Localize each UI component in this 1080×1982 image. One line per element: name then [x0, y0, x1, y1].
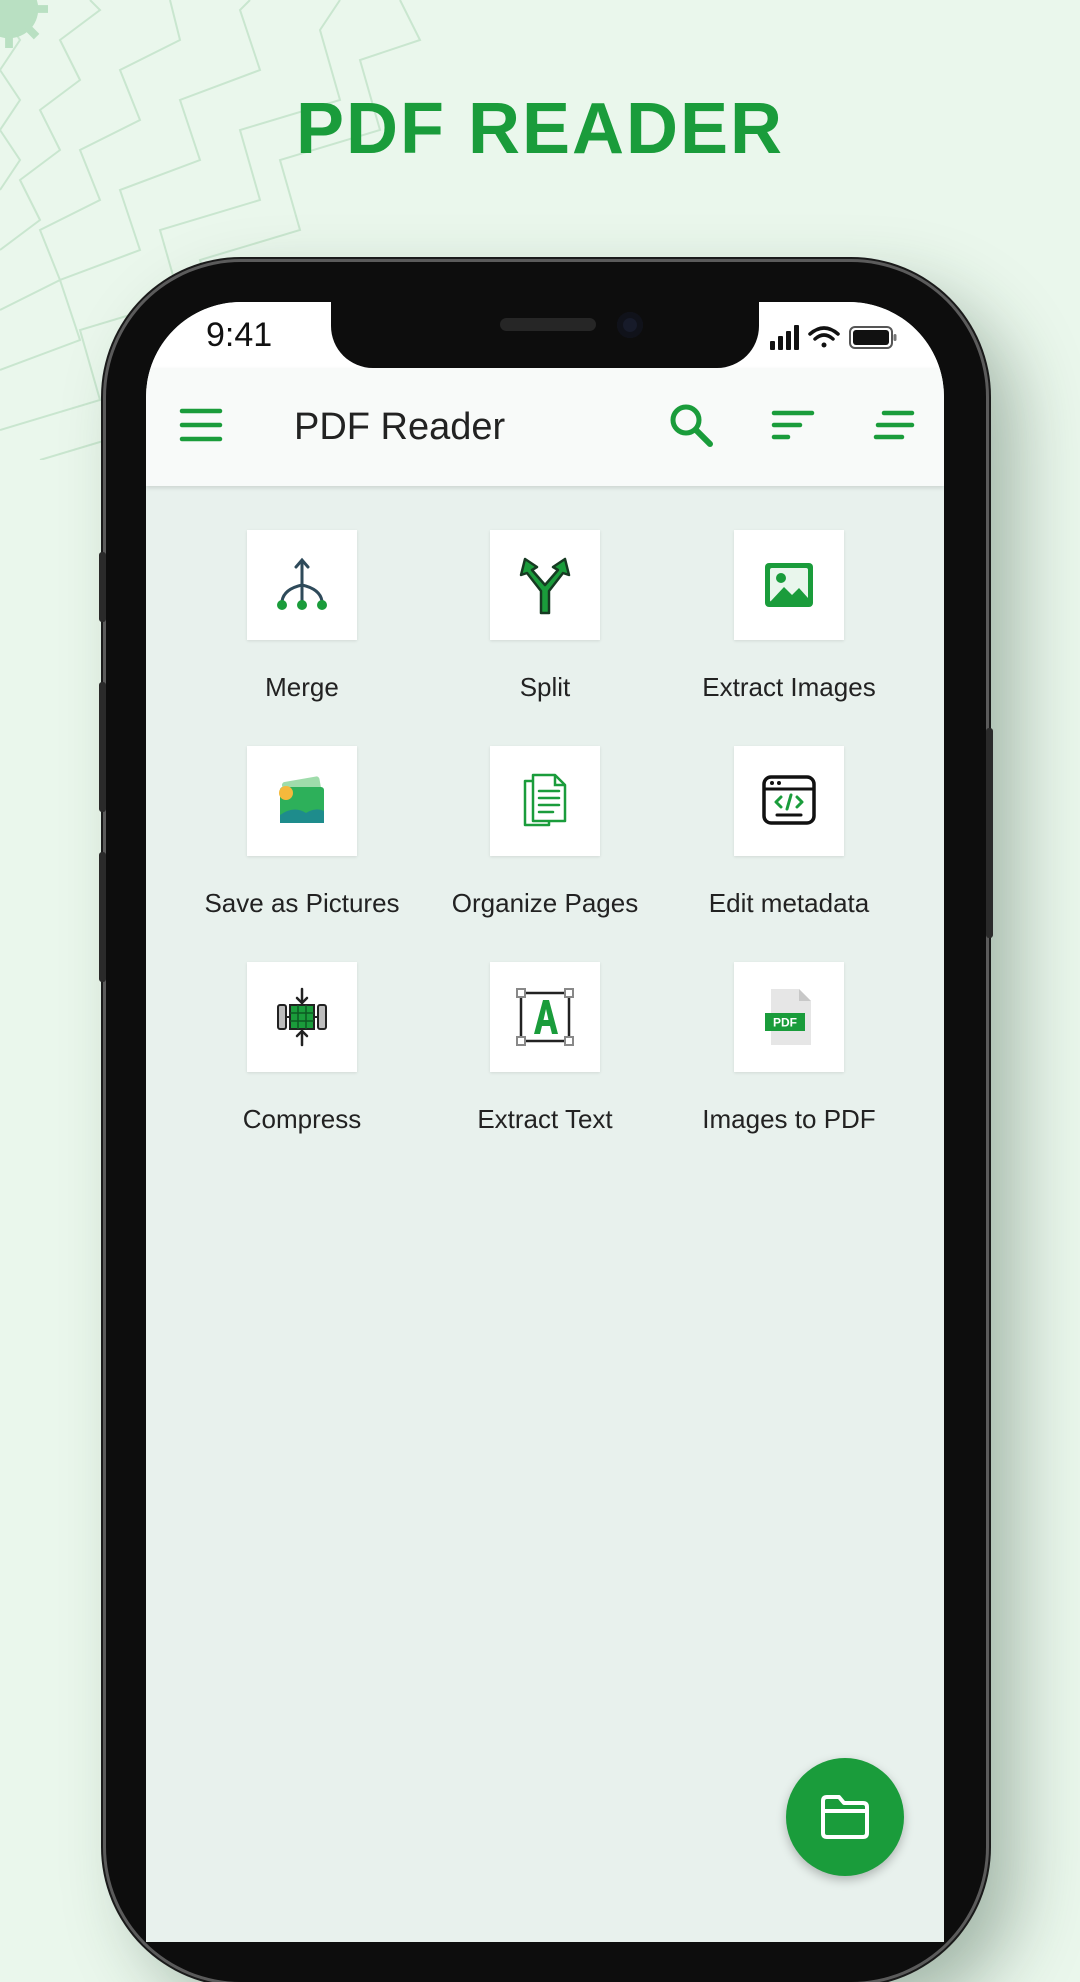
tool-icon-box	[247, 530, 357, 640]
tool-label: Extract Text	[477, 1104, 613, 1134]
phone-screen: 9:41 PDF Reader Merge Split Extract Imag…	[146, 302, 944, 1942]
tool-label: Compress	[242, 1104, 362, 1134]
merge-icon	[277, 557, 327, 610]
wifi-icon	[808, 326, 840, 348]
tool-label: Edit metadata	[708, 888, 870, 918]
phone-power-button	[986, 728, 993, 938]
tool-extract-text[interactable]: Extract Text	[423, 962, 667, 1142]
tool-icon-box	[490, 746, 600, 856]
speaker-grille	[500, 318, 596, 331]
app-title: PDF Reader	[294, 406, 506, 448]
pictures-icon	[279, 776, 325, 823]
filter-icon[interactable]	[872, 408, 916, 442]
svg-text:PDF: PDF	[773, 1016, 797, 1030]
phone-volume-up-button	[99, 682, 106, 812]
tool-split[interactable]: Split	[423, 530, 667, 710]
tool-label: Save as Pictures	[204, 888, 400, 918]
pages-icon	[523, 773, 567, 827]
tool-icon-box	[734, 746, 844, 856]
tool-icon-box	[734, 530, 844, 640]
front-camera	[617, 312, 643, 338]
tool-icon-box	[490, 962, 600, 1072]
status-icons	[770, 325, 897, 350]
status-time: 9:41	[206, 316, 273, 354]
tool-extract-images[interactable]: Extract Images	[667, 530, 911, 710]
tool-organize-pages[interactable]: Organize Pages	[423, 746, 667, 926]
phone-volume-down-button	[99, 852, 106, 982]
tool-edit-metadata[interactable]: Edit metadata	[667, 746, 911, 926]
signal-icon	[770, 325, 799, 350]
sort-icon[interactable]	[770, 408, 816, 442]
pdf-file-icon: PDF	[765, 989, 811, 1045]
phone-mute-button	[99, 552, 106, 622]
tool-label: Merge	[265, 672, 339, 702]
open-folder-button[interactable]	[786, 1758, 904, 1876]
tool-label: Organize Pages	[451, 888, 639, 918]
tool-images-to-pdf[interactable]: PDF Images to PDF	[667, 962, 911, 1142]
code-window-icon	[762, 775, 816, 825]
tool-label: Split	[519, 672, 571, 702]
battery-icon	[849, 326, 897, 349]
folder-icon	[821, 1795, 869, 1839]
menu-icon[interactable]	[178, 405, 224, 445]
tool-save-as-pictures[interactable]: Save as Pictures	[180, 746, 424, 926]
image-icon	[765, 563, 813, 607]
tool-icon-box	[490, 530, 600, 640]
text-select-icon	[516, 988, 574, 1046]
app-bar: PDF Reader	[146, 368, 944, 486]
phone-notch	[331, 302, 759, 368]
tool-icon-box: PDF	[734, 962, 844, 1072]
tool-icon-box	[247, 962, 357, 1072]
tool-label: Extract Images	[702, 672, 876, 702]
search-icon[interactable]	[668, 402, 714, 448]
tool-compress[interactable]: Compress	[180, 962, 424, 1142]
gear-icon	[0, 0, 48, 48]
promo-headline: PDF READER	[295, 89, 785, 169]
tool-merge[interactable]: Merge	[180, 530, 424, 710]
tool-icon-box	[247, 746, 357, 856]
split-icon	[519, 557, 571, 615]
compress-icon	[277, 987, 327, 1047]
tool-label: Images to PDF	[702, 1104, 876, 1134]
